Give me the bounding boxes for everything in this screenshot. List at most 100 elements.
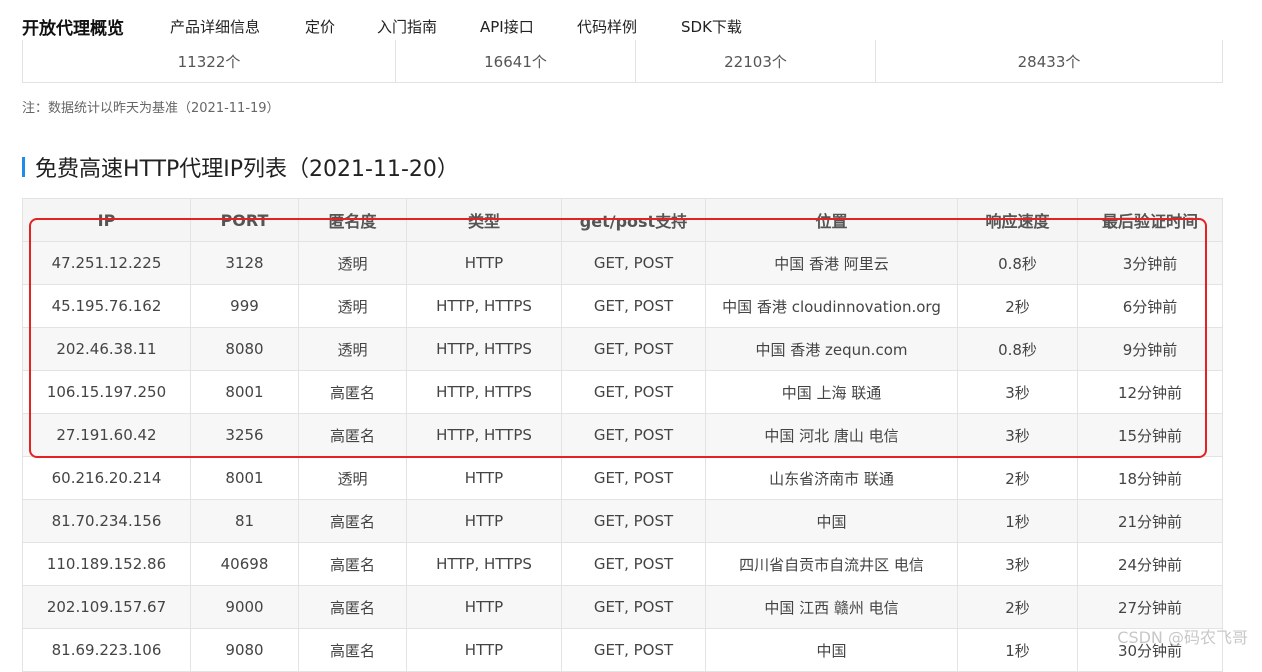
cell-port: 81 xyxy=(190,499,299,543)
table-header-row: IP PORT 匿名度 类型 get/post支持 位置 响应速度 最后验证时间 xyxy=(22,198,1223,242)
nav-item-code-samples[interactable]: 代码样例 xyxy=(577,16,637,37)
nav-item-api[interactable]: API接口 xyxy=(480,16,534,37)
cell-get-post: GET, POST xyxy=(561,413,706,457)
section-title: 免费高速HTTP代理IP列表（2021-11-20） xyxy=(35,157,459,182)
stat-count: 11322个 xyxy=(23,40,396,82)
table-row: 202.109.157.67 9000 高匿名 HTTP GET, POST 中国 江西 … xyxy=(22,585,1223,629)
cell-type: HTTP xyxy=(406,585,562,629)
column-header-location: 位置 xyxy=(705,198,958,242)
cell-location: 中国 香港 zequn.com xyxy=(705,327,958,371)
table-row: 47.251.12.225 3128 透明 HTTP GET, POST 中国 香港 阿里… xyxy=(22,241,1223,285)
cell-location: 四川省自贡市自流井区 电信 xyxy=(705,542,958,586)
nav-item-product-details[interactable]: 产品详细信息 xyxy=(170,16,260,37)
cell-last-verified: 6分钟前 xyxy=(1077,284,1223,328)
cell-ip: 106.15.197.250 xyxy=(22,370,191,414)
column-header-last-verified: 最后验证时间 xyxy=(1077,198,1223,242)
cell-location: 中国 xyxy=(705,499,958,543)
cell-ip: 47.251.12.225 xyxy=(22,241,191,285)
table-row: 60.216.20.214 8001 透明 HTTP GET, POST 山东省济南市 联… xyxy=(22,456,1223,500)
cell-type: HTTP, HTTPS xyxy=(406,370,562,414)
cell-speed: 3秒 xyxy=(957,413,1078,457)
cell-get-post: GET, POST xyxy=(561,370,706,414)
cell-location: 中国 上海 联通 xyxy=(705,370,958,414)
cell-port: 3128 xyxy=(190,241,299,285)
cell-get-post: GET, POST xyxy=(561,456,706,500)
cell-get-post: GET, POST xyxy=(561,284,706,328)
table-row: 106.15.197.250 8001 高匿名 HTTP, HTTPS GET, POS… xyxy=(22,370,1223,414)
nav-item-sdk-download[interactable]: SDK下载 xyxy=(681,16,742,37)
cell-last-verified: 12分钟前 xyxy=(1077,370,1223,414)
cell-ip: 110.189.152.86 xyxy=(22,542,191,586)
column-header-speed: 响应速度 xyxy=(957,198,1078,242)
cell-port: 8080 xyxy=(190,327,299,371)
table-row: 45.195.76.162 999 透明 HTTP, HTTPS GET, POST 中国… xyxy=(22,284,1223,328)
cell-port: 8001 xyxy=(190,370,299,414)
section-heading: 免费高速HTTP代理IP列表（2021-11-20） xyxy=(22,152,459,182)
cell-type: HTTP xyxy=(406,628,562,672)
column-header-ip: IP xyxy=(22,198,191,242)
cell-get-post: GET, POST xyxy=(561,241,706,285)
cell-last-verified: 9分钟前 xyxy=(1077,327,1223,371)
cell-speed: 2秒 xyxy=(957,284,1078,328)
cell-port: 999 xyxy=(190,284,299,328)
cell-anonymity: 高匿名 xyxy=(298,628,407,672)
cell-ip: 81.69.223.106 xyxy=(22,628,191,672)
cell-speed: 1秒 xyxy=(957,628,1078,672)
nav-item-pricing[interactable]: 定价 xyxy=(305,16,335,37)
cell-ip: 202.46.38.11 xyxy=(22,327,191,371)
stats-note: 注：数据统计以昨天为基准（2021-11-19） xyxy=(22,101,280,116)
cell-get-post: GET, POST xyxy=(561,628,706,672)
cell-speed: 0.8秒 xyxy=(957,327,1078,371)
cell-ip: 60.216.20.214 xyxy=(22,456,191,500)
nav-brand[interactable]: 开放代理概览 xyxy=(22,14,124,39)
column-header-type: 类型 xyxy=(406,198,562,242)
cell-port: 9000 xyxy=(190,585,299,629)
cell-location: 山东省济南市 联通 xyxy=(705,456,958,500)
cell-anonymity: 高匿名 xyxy=(298,413,407,457)
cell-get-post: GET, POST xyxy=(561,327,706,371)
cell-type: HTTP, HTTPS xyxy=(406,327,562,371)
cell-anonymity: 高匿名 xyxy=(298,370,407,414)
cell-last-verified: 18分钟前 xyxy=(1077,456,1223,500)
cell-port: 9080 xyxy=(190,628,299,672)
cell-last-verified: 3分钟前 xyxy=(1077,241,1223,285)
nav-item-getting-started[interactable]: 入门指南 xyxy=(377,16,437,37)
cell-port: 8001 xyxy=(190,456,299,500)
cell-type: HTTP, HTTPS xyxy=(406,284,562,328)
cell-get-post: GET, POST xyxy=(561,585,706,629)
table-row: 27.191.60.42 3256 高匿名 HTTP, HTTPS GET, POST 中… xyxy=(22,413,1223,457)
cell-anonymity: 高匿名 xyxy=(298,499,407,543)
cell-speed: 1秒 xyxy=(957,499,1078,543)
cell-type: HTTP xyxy=(406,241,562,285)
cell-ip: 27.191.60.42 xyxy=(22,413,191,457)
cell-speed: 3秒 xyxy=(957,542,1078,586)
column-header-port: PORT xyxy=(190,198,299,242)
cell-type: HTTP, HTTPS xyxy=(406,542,562,586)
cell-anonymity: 透明 xyxy=(298,241,407,285)
cell-anonymity: 高匿名 xyxy=(298,585,407,629)
stat-count: 16641个 xyxy=(396,40,636,82)
cell-last-verified: 24分钟前 xyxy=(1077,542,1223,586)
cell-anonymity: 透明 xyxy=(298,327,407,371)
cell-ip: 81.70.234.156 xyxy=(22,499,191,543)
stat-count: 28433个 xyxy=(1017,52,1081,71)
cell-location: 中国 香港 cloudinnovation.org xyxy=(705,284,958,328)
cell-type: HTTP xyxy=(406,456,562,500)
column-header-get-post: get/post支持 xyxy=(561,198,706,242)
cell-location: 中国 香港 阿里云 xyxy=(705,241,958,285)
cell-anonymity: 透明 xyxy=(298,456,407,500)
cell-last-verified: 27分钟前 xyxy=(1077,585,1223,629)
cell-last-verified: 21分钟前 xyxy=(1077,499,1223,543)
cell-speed: 2秒 xyxy=(957,585,1078,629)
cell-last-verified: 15分钟前 xyxy=(1077,413,1223,457)
cell-anonymity: 高匿名 xyxy=(298,542,407,586)
cell-get-post: GET, POST xyxy=(561,542,706,586)
cell-port: 40698 xyxy=(190,542,299,586)
cell-speed: 3秒 xyxy=(957,370,1078,414)
table-row: 202.46.38.11 8080 透明 HTTP, HTTPS GET, POST 中国… xyxy=(22,327,1223,371)
proxy-table: IP PORT 匿名度 类型 get/post支持 位置 响应速度 最后验证时间… xyxy=(22,198,1223,672)
table-body: 47.251.12.225 3128 透明 HTTP GET, POST 中国 香港 阿里… xyxy=(22,241,1223,672)
cell-location: 中国 江西 赣州 电信 xyxy=(705,585,958,629)
cell-anonymity: 透明 xyxy=(298,284,407,328)
table-row: 110.189.152.86 40698 高匿名 HTTP, HTTPS GET, PO… xyxy=(22,542,1223,586)
